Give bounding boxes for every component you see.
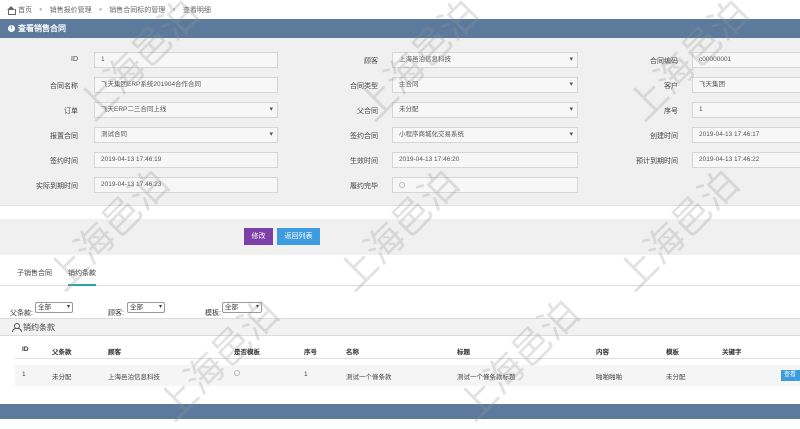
parent-term-filter-select[interactable]: 全部 — [35, 302, 73, 313]
panel-title: 查看销售合同 — [18, 24, 66, 33]
contract-code-field[interactable]: c00000001 — [692, 52, 800, 68]
contract-name-field[interactable]: 飞天集团ERP系统201904合作合同 — [94, 77, 278, 93]
column-header: 是否模板 — [234, 349, 260, 356]
customer-filter-label: 顾客: — [108, 310, 124, 317]
breadcrumb: 首页 ● 销售报价管理 ● 销售合同标的管理 ● 查看明细 — [0, 0, 800, 19]
customer-filter-select[interactable]: 全部 — [127, 302, 165, 313]
quote-contract-label: 报置合同 — [50, 133, 78, 140]
expected-expire-label: 预计到期时间 — [636, 158, 678, 165]
column-header: ID — [22, 346, 29, 353]
signed-contract-label: 签约合同 — [350, 133, 378, 140]
customer2-field[interactable]: 飞天集团 — [692, 77, 800, 93]
customer-label: 顾客 — [364, 58, 378, 65]
tab-contract-terms[interactable]: 销约条款 — [68, 268, 96, 286]
footer-bar — [0, 404, 800, 419]
quote-contract-select[interactable]: 测试合同 — [94, 127, 278, 143]
cell-parent-term: 未分配 — [52, 374, 72, 381]
breadcrumb-separator: ● — [39, 6, 43, 13]
breadcrumb-item[interactable]: 销售合同标的管理 — [109, 5, 165, 15]
cell-content: 啪啪啪啪 — [596, 374, 622, 381]
column-header: 模板 — [666, 349, 679, 356]
seq-field[interactable]: 1 — [692, 102, 800, 118]
header-divider — [15, 358, 800, 359]
order-select[interactable]: 飞天ERP二三合同上线 — [94, 102, 278, 118]
contract-type-select[interactable]: 主合同 — [392, 77, 578, 93]
contract-code-label: 合同编码 — [650, 58, 678, 65]
parent-term-filter-label: 父条款: — [10, 310, 33, 317]
signed-time-field[interactable]: 2019-04-13 17:46:19 — [94, 152, 278, 168]
contract-type-label: 合同类型 — [350, 83, 378, 90]
cell-is-template — [234, 370, 240, 378]
terms-section-title: 销约条款 — [23, 322, 55, 332]
created-time-field[interactable]: 2019-04-13 17:46:17 — [692, 127, 800, 143]
effective-time-field[interactable]: 2019-04-13 17:46:20 — [392, 152, 578, 168]
tab-sub-contracts[interactable]: 子销售合同 — [17, 268, 52, 278]
cell-name: 测试一个條条款 — [346, 374, 392, 381]
column-header: 序号 — [304, 349, 317, 356]
signed-contract-select[interactable]: 小程序商城化交易系统 — [392, 127, 578, 143]
breadcrumb-item[interactable]: 销售报价管理 — [50, 5, 92, 15]
view-button[interactable]: 查看 — [781, 370, 800, 381]
tab-bar: 子销售合同 销约条款 — [0, 262, 800, 286]
customer-select[interactable]: 上海邑泊信息科技 — [392, 52, 578, 68]
column-header: 名称 — [346, 349, 359, 356]
performing-label: 履约完毕 — [350, 183, 378, 190]
column-header: 关键字 — [722, 349, 742, 356]
contract-name-label: 合同名称 — [50, 83, 78, 90]
actual-expire-field[interactable]: 2019-04-13 17:46:23 — [94, 177, 278, 193]
breadcrumb-home[interactable]: 首页 — [7, 5, 32, 15]
terms-section-header: 销约条款 — [0, 318, 800, 336]
is-template-checkbox — [234, 370, 240, 376]
breadcrumb-separator: ● — [172, 6, 176, 13]
user-icon — [12, 323, 22, 332]
column-header: 父条款 — [52, 349, 72, 356]
column-header: 内容 — [596, 349, 609, 356]
cell-customer: 上海邑泊信息科技 — [108, 374, 160, 381]
home-icon — [7, 5, 16, 15]
cell-id: 1 — [22, 371, 26, 378]
signed-time-label: 签约时间 — [50, 158, 78, 165]
cell-title: 测试一个條条款标题 — [457, 374, 516, 381]
breadcrumb-separator: ● — [98, 6, 103, 13]
breadcrumb-current: 查看明细 — [182, 6, 211, 14]
column-header: 顾客 — [108, 349, 121, 356]
parent-contract-select[interactable]: 未分配 — [392, 102, 578, 118]
actual-expire-label: 实际到期时间 — [36, 183, 78, 190]
customer2-label: 客户 — [664, 83, 678, 90]
template-filter-label: 模板: — [205, 310, 221, 317]
panel-header: i 查看销售合同 — [0, 19, 800, 38]
contract-form: ID 1 顾客 上海邑泊信息科技 合同编码 c00000001 合同名称 飞天集… — [0, 38, 800, 206]
action-bar: 修改 返回列表 — [0, 219, 800, 255]
effective-time-label: 生效时间 — [350, 158, 378, 165]
id-field[interactable]: 1 — [94, 52, 278, 68]
order-label: 订单 — [64, 108, 78, 115]
seq-label: 序号 — [664, 108, 678, 115]
performing-checkbox[interactable] — [399, 182, 405, 188]
back-to-list-button[interactable]: 返回列表 — [277, 228, 320, 245]
performing-field — [392, 177, 578, 193]
column-header: 标题 — [457, 349, 470, 356]
created-time-label: 创建时间 — [650, 133, 678, 140]
parent-contract-label: 父合同 — [357, 108, 378, 115]
filter-bar: 父条款: 全部 顾客: 全部 模板: 全部 — [0, 302, 800, 317]
cell-seq: 1 — [304, 371, 308, 378]
edit-button[interactable]: 修改 — [244, 228, 273, 245]
cell-template: 未分配 — [666, 374, 686, 381]
info-icon: i — [8, 25, 15, 32]
template-filter-select[interactable]: 全部 — [222, 302, 262, 313]
expected-expire-field[interactable]: 2019-04-13 17:46:22 — [692, 152, 800, 168]
id-label: ID — [71, 56, 78, 63]
